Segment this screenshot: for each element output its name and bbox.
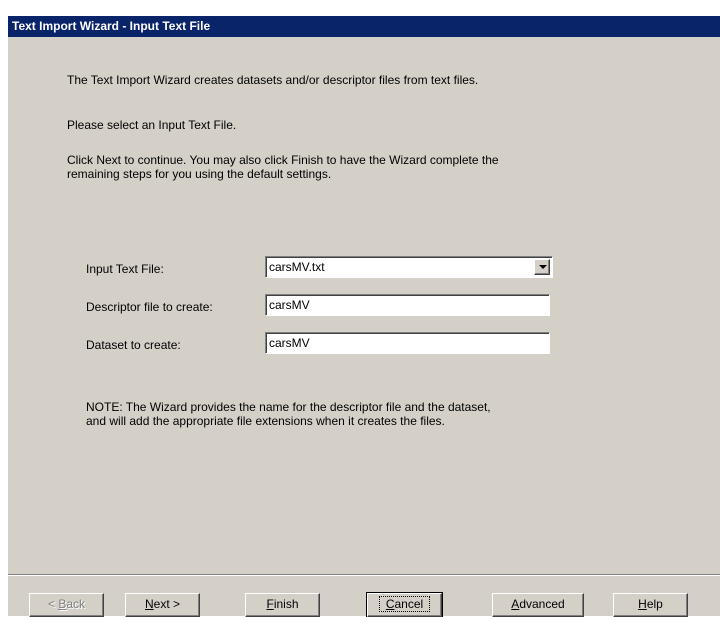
descriptor-file-input[interactable]: carsMV [265,294,550,316]
dataset-input[interactable]: carsMV [265,332,550,354]
note-text: NOTE: The Wizard provides the name for t… [86,400,491,428]
button-separator [8,574,720,576]
descriptor-file-label: Descriptor file to create: [86,300,213,314]
next-button[interactable]: Next > [125,593,200,617]
cancel-button[interactable]: Cancel [366,592,443,617]
advanced-button[interactable]: Advanced [492,593,584,617]
text-import-wizard-dialog: Text Import Wizard - Input Text File The… [8,16,720,617]
chevron-down-icon [539,265,547,269]
dropdown-button[interactable] [534,259,550,275]
select-file-instruction: Please select an Input Text File. [67,118,237,132]
intro-text: The Text Import Wizard creates datasets … [67,73,479,87]
title-bar: Text Import Wizard - Input Text File [8,16,720,37]
dataset-label: Dataset to create: [86,338,181,352]
back-button[interactable]: < Back [29,593,104,617]
finish-button[interactable]: Finish [245,593,320,617]
input-text-file-value: carsMV.txt [269,260,325,274]
descriptor-file-value: carsMV [269,298,310,312]
window-title: Text Import Wizard - Input Text File [12,19,211,33]
continue-instruction: Click Next to continue. You may also cli… [67,153,499,181]
input-text-file-combobox[interactable]: carsMV.txt [265,256,553,278]
help-button[interactable]: Help [613,593,688,617]
dataset-value: carsMV [269,336,310,350]
input-text-file-label: Input Text File: [86,262,164,276]
